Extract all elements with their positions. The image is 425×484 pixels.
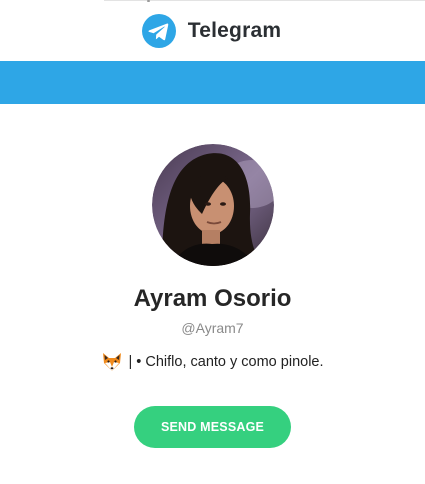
telegram-profile-page: Telegram Ayram Osorio @Ayram7 | • Chiflo… bbox=[0, 0, 425, 484]
brand-name: Telegram bbox=[187, 18, 282, 42]
page-header: Telegram bbox=[0, 0, 425, 61]
brand-banner bbox=[0, 61, 425, 104]
telegram-home-link[interactable]: Telegram bbox=[141, 13, 282, 48]
profile-bio: | • Chiflo, canto y como pinole. bbox=[101, 352, 324, 372]
telegram-plane-icon bbox=[141, 13, 176, 48]
send-message-button[interactable]: SEND MESSAGE bbox=[134, 406, 291, 448]
username: @Ayram7 bbox=[181, 320, 244, 336]
avatar bbox=[151, 144, 274, 266]
bio-text: | • Chiflo, canto y como pinole. bbox=[128, 354, 324, 370]
display-name: Ayram Osorio bbox=[133, 285, 292, 312]
fox-face-icon bbox=[103, 353, 122, 371]
profile-card: Ayram Osorio @Ayram7 | • Chiflo, canto y… bbox=[0, 104, 425, 448]
